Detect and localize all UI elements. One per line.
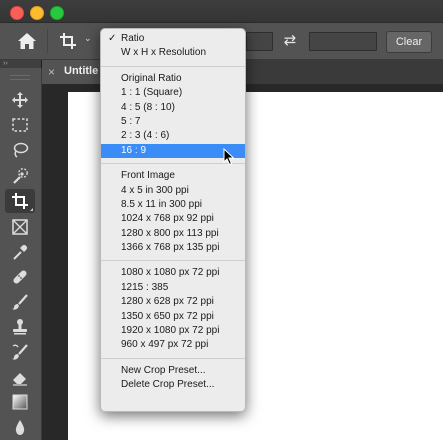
document-tab-title: Untitle bbox=[64, 65, 99, 77]
crop-tool[interactable] bbox=[5, 189, 35, 213]
home-button[interactable] bbox=[16, 31, 38, 51]
history-brush-icon bbox=[12, 344, 28, 360]
menu-separator bbox=[101, 357, 245, 359]
minimize-window-button[interactable] bbox=[30, 6, 44, 20]
menu-item-4x5-300ppi[interactable]: 4 x 5 in 300 ppi bbox=[101, 184, 245, 198]
blur-tool[interactable] bbox=[5, 415, 35, 439]
frame-tool[interactable] bbox=[5, 215, 35, 239]
crop-preset-menu: ✓ Ratio W x H x Resolution Original Rati… bbox=[100, 28, 246, 412]
height-field[interactable] bbox=[309, 32, 377, 51]
menu-item-960x497[interactable]: 960 x 497 px 72 ppi bbox=[101, 338, 245, 352]
close-icon[interactable]: × bbox=[48, 65, 55, 79]
frame-icon bbox=[12, 219, 28, 235]
quick-selection-tool[interactable] bbox=[5, 164, 35, 188]
move-tool[interactable] bbox=[5, 88, 35, 112]
panel-grip[interactable] bbox=[10, 75, 30, 80]
menu-item-1350x650[interactable]: 1350 x 650 px 72 ppi bbox=[101, 310, 245, 324]
menu-item-1080x1080[interactable]: 1080 x 1080 px 72 ppi bbox=[101, 266, 245, 280]
clear-button[interactable]: Clear bbox=[386, 31, 432, 53]
menu-separator bbox=[101, 260, 245, 262]
crop-icon bbox=[12, 193, 28, 209]
menu-item-1280x628[interactable]: 1280 x 628 px 72 ppi bbox=[101, 295, 245, 309]
checkmark-icon: ✓ bbox=[108, 33, 117, 44]
lasso-icon bbox=[13, 142, 29, 158]
eraser-tool[interactable] bbox=[5, 365, 35, 389]
menu-item-1280x800[interactable]: 1280 x 800 px 113 ppi bbox=[101, 227, 245, 241]
menu-item-8-5x11-300ppi[interactable]: 8.5 x 11 in 300 ppi bbox=[101, 198, 245, 212]
menu-item-1920x1080[interactable]: 1920 x 1080 px 72 ppi bbox=[101, 324, 245, 338]
rectangular-marquee-tool[interactable] bbox=[5, 113, 35, 137]
drop-icon bbox=[15, 420, 25, 435]
menu-item-label: Ratio bbox=[121, 33, 145, 44]
menu-item-original-ratio[interactable]: Original Ratio bbox=[101, 72, 245, 86]
eyedropper-tool[interactable] bbox=[5, 240, 35, 264]
menu-item-1366x768[interactable]: 1366 x 768 px 135 ppi bbox=[101, 241, 245, 255]
close-window-button[interactable] bbox=[10, 6, 24, 20]
mouse-cursor-icon bbox=[223, 148, 235, 166]
menu-item-wxh-resolution[interactable]: W x H x Resolution bbox=[101, 46, 245, 60]
tools-panel-collapse[interactable]: ›› bbox=[0, 60, 41, 68]
menu-item-ratio[interactable]: ✓ Ratio bbox=[101, 32, 245, 46]
history-brush-tool[interactable] bbox=[5, 340, 35, 364]
gradient-tool[interactable] bbox=[5, 390, 35, 414]
menu-item-4-5[interactable]: 4 : 5 (8 : 10) bbox=[101, 101, 245, 115]
marquee-icon bbox=[12, 118, 28, 132]
menu-item-2-3[interactable]: 2 : 3 (4 : 6) bbox=[101, 129, 245, 143]
menu-item-label: W x H x Resolution bbox=[121, 47, 207, 59]
more-tools-indicator bbox=[30, 208, 33, 211]
gradient-icon bbox=[12, 394, 28, 410]
lasso-tool[interactable] bbox=[5, 138, 35, 162]
menu-separator bbox=[101, 65, 245, 67]
menu-item-new-crop-preset[interactable]: New Crop Preset... bbox=[101, 364, 245, 378]
window-title-bar bbox=[0, 0, 443, 23]
eraser-icon bbox=[13, 373, 27, 386]
options-divider bbox=[47, 29, 48, 53]
healing-brush-tool[interactable] bbox=[5, 265, 35, 289]
swap-icon[interactable]: ⇄ bbox=[282, 33, 298, 49]
crop-preset-button[interactable] bbox=[58, 31, 80, 51]
crop-icon bbox=[60, 33, 76, 49]
menu-item-1-1[interactable]: 1 : 1 (Square) bbox=[101, 86, 245, 100]
move-icon bbox=[12, 92, 28, 108]
stamp-icon bbox=[13, 319, 27, 335]
width-field[interactable] bbox=[246, 32, 273, 51]
menu-item-front-image[interactable]: Front Image bbox=[101, 169, 245, 183]
eyedropper-icon bbox=[13, 244, 28, 260]
brush-tool[interactable] bbox=[5, 290, 35, 314]
menu-item-5-7[interactable]: 5 : 7 bbox=[101, 115, 245, 129]
brush-icon bbox=[12, 294, 28, 310]
chevron-down-icon[interactable]: ⌄ bbox=[84, 33, 94, 47]
menu-item-1215-385[interactable]: 1215 : 385 bbox=[101, 281, 245, 295]
home-icon bbox=[18, 33, 36, 49]
clone-stamp-tool[interactable] bbox=[5, 315, 35, 339]
menu-item-1024x768[interactable]: 1024 x 768 px 92 ppi bbox=[101, 212, 245, 226]
tools-panel bbox=[0, 68, 42, 440]
menu-item-delete-crop-preset[interactable]: Delete Crop Preset... bbox=[101, 378, 245, 392]
zoom-window-button[interactable] bbox=[50, 6, 64, 20]
quick-selection-icon bbox=[13, 168, 28, 184]
bandage-icon bbox=[13, 270, 27, 284]
